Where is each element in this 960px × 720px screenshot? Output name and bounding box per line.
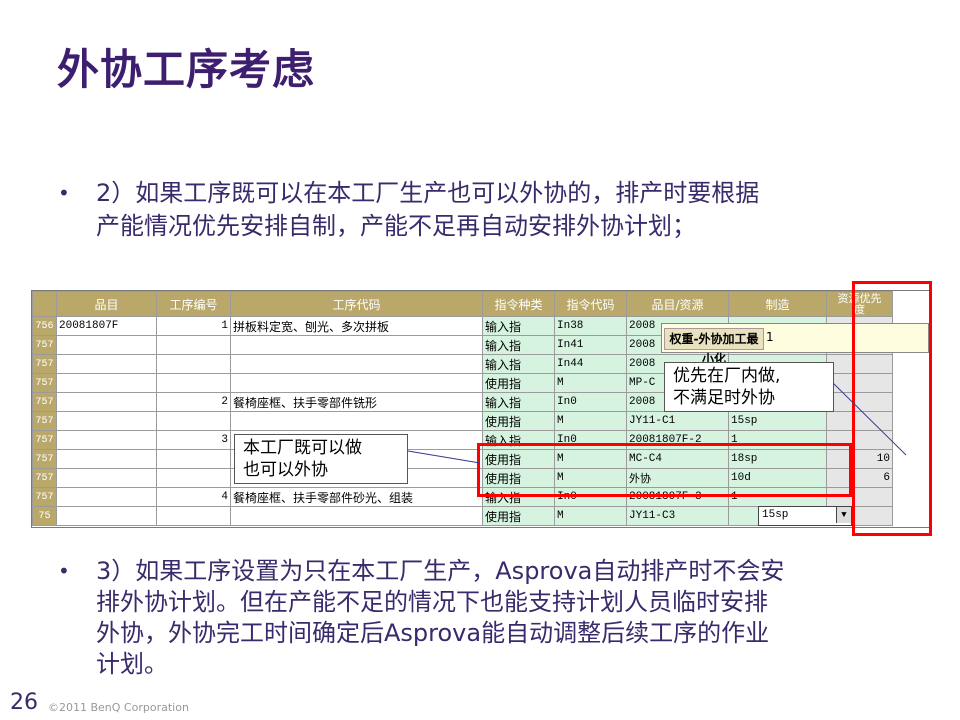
dropdown-value: 15sp (762, 509, 789, 521)
row-number[interactable]: 757 (32, 468, 57, 488)
cell-cmd-code[interactable]: In41 (554, 335, 627, 355)
cell-cmd-code[interactable]: In0 (554, 392, 627, 412)
cell-proc-code[interactable]: 餐椅座框、扶手零部件铣形 (230, 392, 483, 412)
cell-proc-no[interactable] (156, 335, 231, 355)
cell-item[interactable] (56, 392, 157, 412)
cell-mfg[interactable]: 15sp (728, 411, 827, 431)
bullet-point-2: • 2）如果工序既可以在本工厂生产也可以外协的，排产时要根据 产能情况优先安排自… (58, 178, 878, 244)
col-header-proc-code[interactable]: 工序代码 (230, 291, 483, 317)
bullet-dot: • (58, 559, 70, 583)
cell-item[interactable] (56, 335, 157, 355)
col-header-cmd-type[interactable]: 指令种类 (482, 291, 555, 317)
callout-line: 不满足时外协 (673, 388, 775, 408)
cell-cmd-code[interactable]: M (554, 411, 627, 431)
row-number[interactable]: 757 (32, 335, 57, 355)
cell-cmd-type[interactable]: 输入指 (482, 316, 555, 336)
cell-item[interactable] (56, 449, 157, 469)
cell-cmd-type[interactable]: 使用指 (482, 411, 555, 431)
outsource-rows-highlight-box (477, 443, 852, 497)
cell-proc-code[interactable] (230, 373, 483, 393)
cell-proc-no[interactable] (156, 411, 231, 431)
row-number[interactable]: 75 (32, 506, 57, 526)
cell-proc-no[interactable]: 4 (156, 487, 231, 507)
copyright: ©2011 BenQ Corporation (48, 701, 189, 714)
col-header-item-res[interactable]: 品目/资源 (626, 291, 729, 317)
cell-proc-no[interactable]: 1 (156, 316, 231, 336)
row-number[interactable]: 756 (32, 316, 57, 336)
col-header-mfg[interactable]: 制造 (728, 291, 827, 317)
priority-highlight-box (852, 281, 932, 536)
cell-cmd-type[interactable]: 使用指 (482, 373, 555, 393)
cell-proc-code[interactable]: 餐椅座框、扶手零部件砂光、组装 (230, 487, 483, 507)
cell-item[interactable] (56, 468, 157, 488)
table-row[interactable]: 757 使用指 M JY11-C1 15sp (32, 411, 893, 431)
cell-proc-code[interactable] (230, 411, 483, 431)
cell-item[interactable] (56, 411, 157, 431)
cell-cmd-code[interactable]: In44 (554, 354, 627, 374)
cell-cmd-type[interactable]: 输入指 (482, 354, 555, 374)
tooltip-label: 权重-外协加工最小化 (664, 328, 764, 366)
cell-cmd-type[interactable]: 输入指 (482, 335, 555, 355)
cell-proc-no[interactable] (156, 373, 231, 393)
cell-item-res[interactable]: JY11-C3 (626, 506, 729, 526)
slide-title: 外协工序考虑 (57, 45, 316, 94)
row-number[interactable]: 757 (32, 430, 57, 450)
cell-cmd-type[interactable]: 使用指 (482, 506, 555, 526)
cell-item[interactable] (56, 506, 157, 526)
cell-item[interactable] (56, 373, 157, 393)
bullet-line: 外协，外协完工时间确定后Asprova能自动调整后续工序的作业 (96, 619, 770, 647)
cell-proc-no[interactable]: 3 (156, 430, 231, 450)
callout-line: 也可以外协 (243, 460, 328, 480)
cell-item[interactable] (56, 354, 157, 374)
cell-item[interactable] (56, 487, 157, 507)
row-number[interactable]: 757 (32, 411, 57, 431)
cell-proc-no[interactable] (156, 468, 231, 488)
tooltip-value: 1 (766, 330, 774, 344)
callout-inhouse: 优先在厂内做, 不满足时外协 (664, 362, 834, 412)
cell-proc-code[interactable] (230, 506, 483, 526)
row-number[interactable]: 757 (32, 449, 57, 469)
callout-either: 本工厂既可以做 也可以外协 (234, 434, 408, 484)
corner-cell (32, 291, 57, 317)
callout-line: 优先在厂内做, (673, 366, 781, 386)
col-header-item[interactable]: 品目 (56, 291, 157, 317)
grid-header-row: 品目 工序编号 工序代码 指令种类 指令代码 品目/资源 制造 资源优先 度 (32, 291, 893, 317)
col-header-cmd-code[interactable]: 指令代码 (554, 291, 627, 317)
cell-proc-no[interactable]: 2 (156, 392, 231, 412)
bullet-line: 产能情况优先安排自制，产能不足再自动安排外协计划； (96, 212, 696, 240)
bullet-point-3: • 3）如果工序设置为只在本工厂生产，Asprova自动排产时不会安 排外协计划… (58, 556, 898, 682)
cell-item[interactable]: 20081807F (56, 316, 157, 336)
col-header-proc-no[interactable]: 工序编号 (156, 291, 231, 317)
callout-line: 本工厂既可以做 (243, 438, 362, 458)
cell-cmd-code[interactable]: M (554, 506, 627, 526)
cell-proc-code[interactable] (230, 354, 483, 374)
mfg-dropdown[interactable]: 15sp ▼ (758, 506, 852, 526)
row-number[interactable]: 757 (32, 373, 57, 393)
bullet-line: 计划。 (96, 650, 168, 678)
row-number[interactable]: 757 (32, 487, 57, 507)
row-number[interactable]: 757 (32, 354, 57, 374)
cell-item[interactable] (56, 430, 157, 450)
cell-cmd-type[interactable]: 输入指 (482, 392, 555, 412)
cell-proc-no[interactable] (156, 506, 231, 526)
bullet-line: 2）如果工序既可以在本工厂生产也可以外协的，排产时要根据 (96, 179, 760, 207)
bullet-line: 排外协计划。但在产能不足的情况下也能支持计划人员临时安排 (96, 588, 768, 616)
bullet-dot: • (58, 181, 70, 205)
cell-proc-no[interactable] (156, 354, 231, 374)
cell-proc-no[interactable] (156, 449, 231, 469)
cell-cmd-code[interactable]: M (554, 373, 627, 393)
cell-item-res[interactable]: JY11-C1 (626, 411, 729, 431)
row-number[interactable]: 757 (32, 392, 57, 412)
cell-proc-code[interactable]: 拼板料定宽、刨光、多次拼板 (230, 316, 483, 336)
page-number: 26 (10, 690, 38, 715)
cell-proc-code[interactable] (230, 335, 483, 355)
chevron-down-icon[interactable]: ▼ (836, 507, 851, 523)
bullet-line: 3）如果工序设置为只在本工厂生产，Asprova自动排产时不会安 (96, 557, 785, 585)
cell-cmd-code[interactable]: In38 (554, 316, 627, 336)
